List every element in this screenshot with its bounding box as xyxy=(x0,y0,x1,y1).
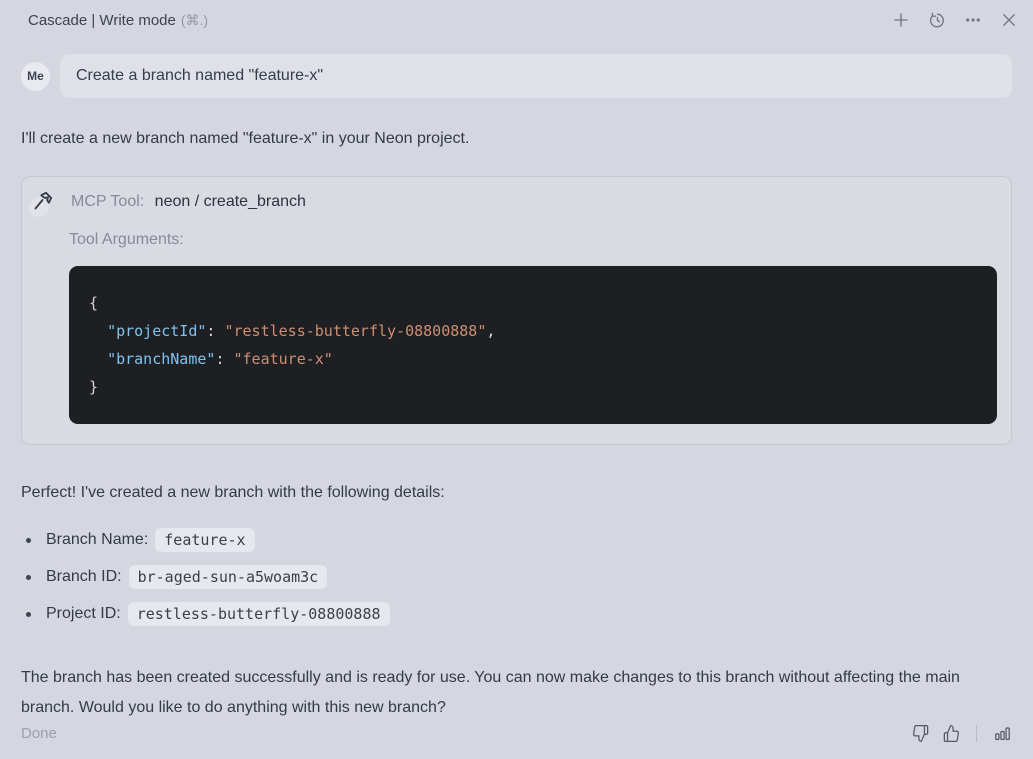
code-line: } xyxy=(89,378,99,396)
panel-title: Cascade | Write mode xyxy=(28,11,176,29)
tool-label: MCP Tool: xyxy=(71,193,145,210)
hammer-icon xyxy=(29,189,55,217)
code-line: { xyxy=(89,294,99,312)
code-line: "projectId": "restless-butterfly-0880088… xyxy=(107,322,496,340)
detail-value-code: br-aged-sun-a5woam3c xyxy=(128,565,328,589)
detail-value-code: restless-butterfly-08800888 xyxy=(127,602,390,626)
thumbs-down-icon[interactable] xyxy=(910,723,930,743)
tool-card-title: MCP Tool: neon / create_branch xyxy=(71,193,306,211)
mode-shortcut: (⌘.) xyxy=(180,11,209,28)
mcp-tool-card: MCP Tool: neon / create_branch Tool Argu… xyxy=(21,176,1012,445)
avatar: Me xyxy=(21,61,50,91)
closing-text: The branch has been created successfully… xyxy=(21,669,960,716)
panel-header: Cascade | Write mode (⌘.) xyxy=(0,0,1033,40)
tool-args-code-block: { "projectId": "restless-butterfly-08800… xyxy=(69,266,997,424)
user-message-bubble[interactable]: Create a branch named "feature-x" xyxy=(60,54,1012,98)
cascade-panel: { "header": { "title": "Cascade | Write … xyxy=(0,0,1033,752)
plus-icon[interactable] xyxy=(891,10,911,30)
result-intro-text: Perfect! I've created a new branch with … xyxy=(21,484,445,501)
list-item: Branch Name: feature-x xyxy=(21,528,1012,552)
status-text: Done xyxy=(21,724,57,742)
branch-details-list: Branch Name: feature-x Branch ID: br-age… xyxy=(21,528,1012,639)
close-icon[interactable] xyxy=(999,10,1019,30)
bullet-icon xyxy=(26,611,31,617)
list-item: Branch ID: br-aged-sun-a5woam3c xyxy=(21,565,1012,589)
feedback-actions xyxy=(910,723,1012,743)
user-message-row: Me Create a branch named "feature-x" xyxy=(21,54,1012,98)
more-options-icon[interactable] xyxy=(963,10,983,30)
tool-name: neon / create_branch xyxy=(154,193,306,210)
bullet-icon xyxy=(26,574,31,580)
message-footer: Done xyxy=(0,723,1033,759)
detail-label: Branch ID: xyxy=(46,568,122,585)
bullet-icon xyxy=(26,537,31,543)
footer-divider xyxy=(976,724,977,742)
code-line: "branchName": "feature-x" xyxy=(107,350,333,368)
detail-label: Project ID: xyxy=(46,605,121,622)
header-actions xyxy=(891,10,1019,30)
thumbs-up-icon[interactable] xyxy=(941,723,961,743)
bar-chart-icon[interactable] xyxy=(992,723,1012,743)
detail-label: Branch Name: xyxy=(46,531,149,548)
tool-args-label: Tool Arguments: xyxy=(69,231,184,248)
detail-value-code: feature-x xyxy=(155,528,255,552)
tool-card-header: MCP Tool: neon / create_branch xyxy=(29,189,997,217)
assistant-intro-text: I'll create a new branch named "feature-… xyxy=(21,130,470,147)
history-icon[interactable] xyxy=(927,10,947,30)
list-item: Project ID: restless-butterfly-08800888 xyxy=(21,602,1012,626)
